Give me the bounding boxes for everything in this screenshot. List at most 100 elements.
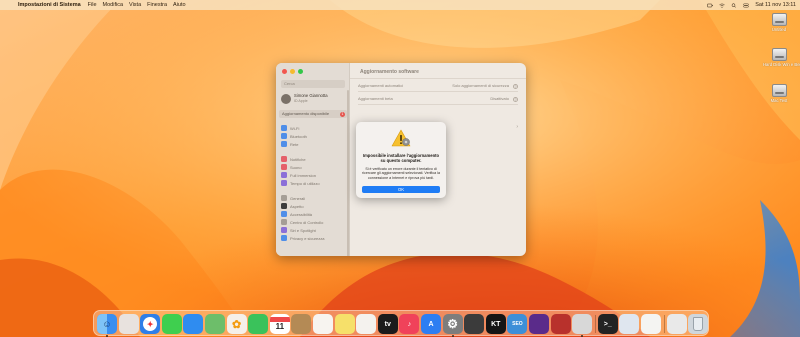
wifi-icon bbox=[281, 125, 287, 131]
appstore-icon[interactable]: A bbox=[421, 314, 441, 334]
menu-vista[interactable]: Vista bbox=[129, 0, 141, 10]
desktop-drive[interactable]: Hard Disk Win e Bench bbox=[763, 48, 800, 67]
dock-glyph: ✦ bbox=[140, 314, 160, 334]
terminal-icon[interactable]: >_ bbox=[597, 314, 618, 334]
sidebar-item-notifiche[interactable]: Notifiche bbox=[281, 155, 345, 163]
dock-separator bbox=[594, 315, 596, 333]
preview-icon[interactable] bbox=[619, 314, 640, 334]
sidebar-item-label: Bluetooth bbox=[290, 133, 307, 139]
chevron-right-icon[interactable]: › bbox=[516, 124, 518, 130]
speedometer-icon[interactable] bbox=[464, 314, 485, 334]
setting-label: Aggiornamenti beta bbox=[358, 96, 393, 101]
search-icon[interactable] bbox=[731, 2, 737, 8]
minimize-button[interactable] bbox=[290, 69, 295, 74]
safari-icon[interactable]: ✦ bbox=[140, 314, 161, 334]
dock-glyph bbox=[529, 314, 549, 334]
maximize-button[interactable] bbox=[298, 69, 303, 74]
red-app-icon[interactable] bbox=[550, 314, 571, 334]
notifications-icon bbox=[281, 156, 287, 162]
user-name: Simone Giannotta bbox=[294, 93, 328, 99]
menu-finestra[interactable]: Finestra bbox=[147, 0, 167, 10]
maps-icon[interactable] bbox=[205, 314, 225, 334]
accessibility-icon bbox=[281, 211, 287, 217]
dock-glyph: 11 bbox=[269, 314, 290, 334]
trash-icon[interactable] bbox=[688, 314, 709, 334]
control-center-icon bbox=[281, 219, 287, 225]
freeform-icon[interactable] bbox=[356, 314, 377, 334]
hand-icon bbox=[281, 235, 287, 241]
menu-app-name[interactable]: Impostazioni di Sistema bbox=[18, 0, 81, 10]
battery-icon[interactable] bbox=[707, 3, 713, 8]
bench-app-icon[interactable] bbox=[529, 314, 549, 334]
user-subtitle: ID Apple bbox=[294, 99, 308, 103]
sidebar-item-tempo-di-utilizzo[interactable]: Tempo di utilizzo bbox=[281, 179, 345, 187]
system-settings-icon[interactable]: ⚙ bbox=[442, 314, 463, 334]
ok-button[interactable]: OK bbox=[362, 186, 440, 193]
sidebar-item-siri-e-spotlight[interactable]: Siri e Spotlight bbox=[281, 226, 345, 234]
textedit-icon[interactable] bbox=[641, 314, 661, 334]
dock-glyph: tv bbox=[384, 320, 391, 328]
dock-glyph: ✿ bbox=[231, 318, 242, 331]
drive-label: Mac Test bbox=[770, 98, 788, 103]
sidebar-item-privacy-e-sicurezza[interactable]: Privacy e sicurezza bbox=[281, 234, 345, 242]
sidebar-item-centro-di-controllo[interactable]: Centro di Controllo bbox=[281, 218, 345, 226]
appearance-icon bbox=[281, 203, 287, 209]
setting-row-auto-updates[interactable]: Aggiornamenti automatici Solo aggiorname… bbox=[358, 80, 518, 92]
control-center-icon[interactable] bbox=[743, 3, 749, 8]
menubar-clock[interactable]: Sat 11 nov 13:11 bbox=[755, 0, 796, 10]
user-name-block: Simone Giannotta ID Apple bbox=[294, 94, 328, 103]
sidebar-item-accessibilita[interactable]: Accessibilità bbox=[281, 210, 345, 218]
sidebar-item-bluetooth[interactable]: Bluetooth bbox=[281, 132, 345, 140]
desktop-drive[interactable]: Untitled bbox=[763, 13, 795, 32]
calendar-day: 11 bbox=[275, 322, 285, 331]
dock-glyph bbox=[291, 314, 311, 334]
sidebar-item-label: Notifiche bbox=[290, 156, 306, 162]
menu-bar: Impostazioni di Sistema File Modifica Vi… bbox=[0, 0, 800, 10]
sidebar-item-aspetto[interactable]: Aspetto bbox=[281, 202, 345, 210]
sidebar-item-label: Siri e Spotlight bbox=[290, 227, 316, 233]
sidebar-item-label: Centro di Controllo bbox=[290, 219, 324, 225]
menu-aiuto[interactable]: Aiuto bbox=[173, 0, 186, 10]
sidebar-search-field[interactable]: Cerca bbox=[281, 80, 345, 88]
dock-glyph bbox=[183, 314, 203, 334]
photos-icon[interactable]: ✿ bbox=[226, 314, 247, 334]
seo-app-icon[interactable]: SEO bbox=[507, 314, 528, 334]
sidebar-item-generali[interactable]: Generali bbox=[281, 194, 345, 202]
menu-file[interactable]: File bbox=[88, 0, 97, 10]
divider bbox=[350, 78, 526, 79]
calendar-icon[interactable]: 11 bbox=[269, 314, 290, 334]
sidebar-item-full-immersion[interactable]: Full immersion bbox=[281, 171, 345, 179]
setting-row-beta-updates[interactable]: Aggiornamenti beta Disattivato ? bbox=[358, 93, 518, 105]
update-label: Aggiornamento disponibile bbox=[282, 111, 330, 116]
mail-icon[interactable] bbox=[183, 314, 204, 334]
messages-icon[interactable] bbox=[161, 314, 182, 334]
disk-utility-icon[interactable] bbox=[572, 314, 593, 334]
reminders-icon[interactable] bbox=[313, 314, 333, 334]
sidebar-item-rete[interactable]: Rete bbox=[281, 140, 345, 148]
finder-icon[interactable]: ☺ bbox=[97, 314, 117, 334]
wifi-icon[interactable] bbox=[719, 3, 725, 8]
sidebar-item-suono[interactable]: Suono bbox=[281, 163, 345, 171]
menu-modifica[interactable]: Modifica bbox=[103, 0, 123, 10]
downloads-stack-icon[interactable] bbox=[666, 314, 687, 334]
help-icon[interactable]: ? bbox=[513, 96, 518, 102]
dock-glyph: ♪ bbox=[407, 320, 412, 328]
music-icon[interactable]: ♪ bbox=[399, 314, 420, 334]
contacts-icon[interactable] bbox=[291, 314, 312, 334]
focus-icon bbox=[281, 172, 287, 178]
sidebar-scrollbar[interactable] bbox=[347, 90, 349, 256]
setting-value: Disattivato bbox=[490, 96, 509, 101]
help-icon[interactable]: ? bbox=[513, 83, 518, 89]
dock-glyph bbox=[551, 314, 571, 334]
sidebar-user-account[interactable]: Simone Giannotta ID Apple bbox=[281, 93, 345, 105]
kt-app-icon[interactable]: KT bbox=[485, 314, 506, 334]
notes-icon[interactable] bbox=[334, 314, 355, 334]
launchpad-icon[interactable] bbox=[118, 314, 139, 334]
appletv-icon[interactable]: tv bbox=[377, 314, 398, 334]
close-button[interactable] bbox=[282, 69, 287, 74]
sidebar-item-wifi[interactable]: Wi-Fi bbox=[281, 124, 345, 132]
facetime-icon[interactable] bbox=[248, 314, 269, 334]
sidebar-update-available[interactable]: Aggiornamento disponibile 1 bbox=[279, 110, 347, 118]
dock: ☺ ✦ ✿ 11 tv ♪ A ⚙ KT SEO >_ bbox=[93, 310, 709, 337]
desktop-drive[interactable]: Mac Test bbox=[763, 84, 795, 103]
